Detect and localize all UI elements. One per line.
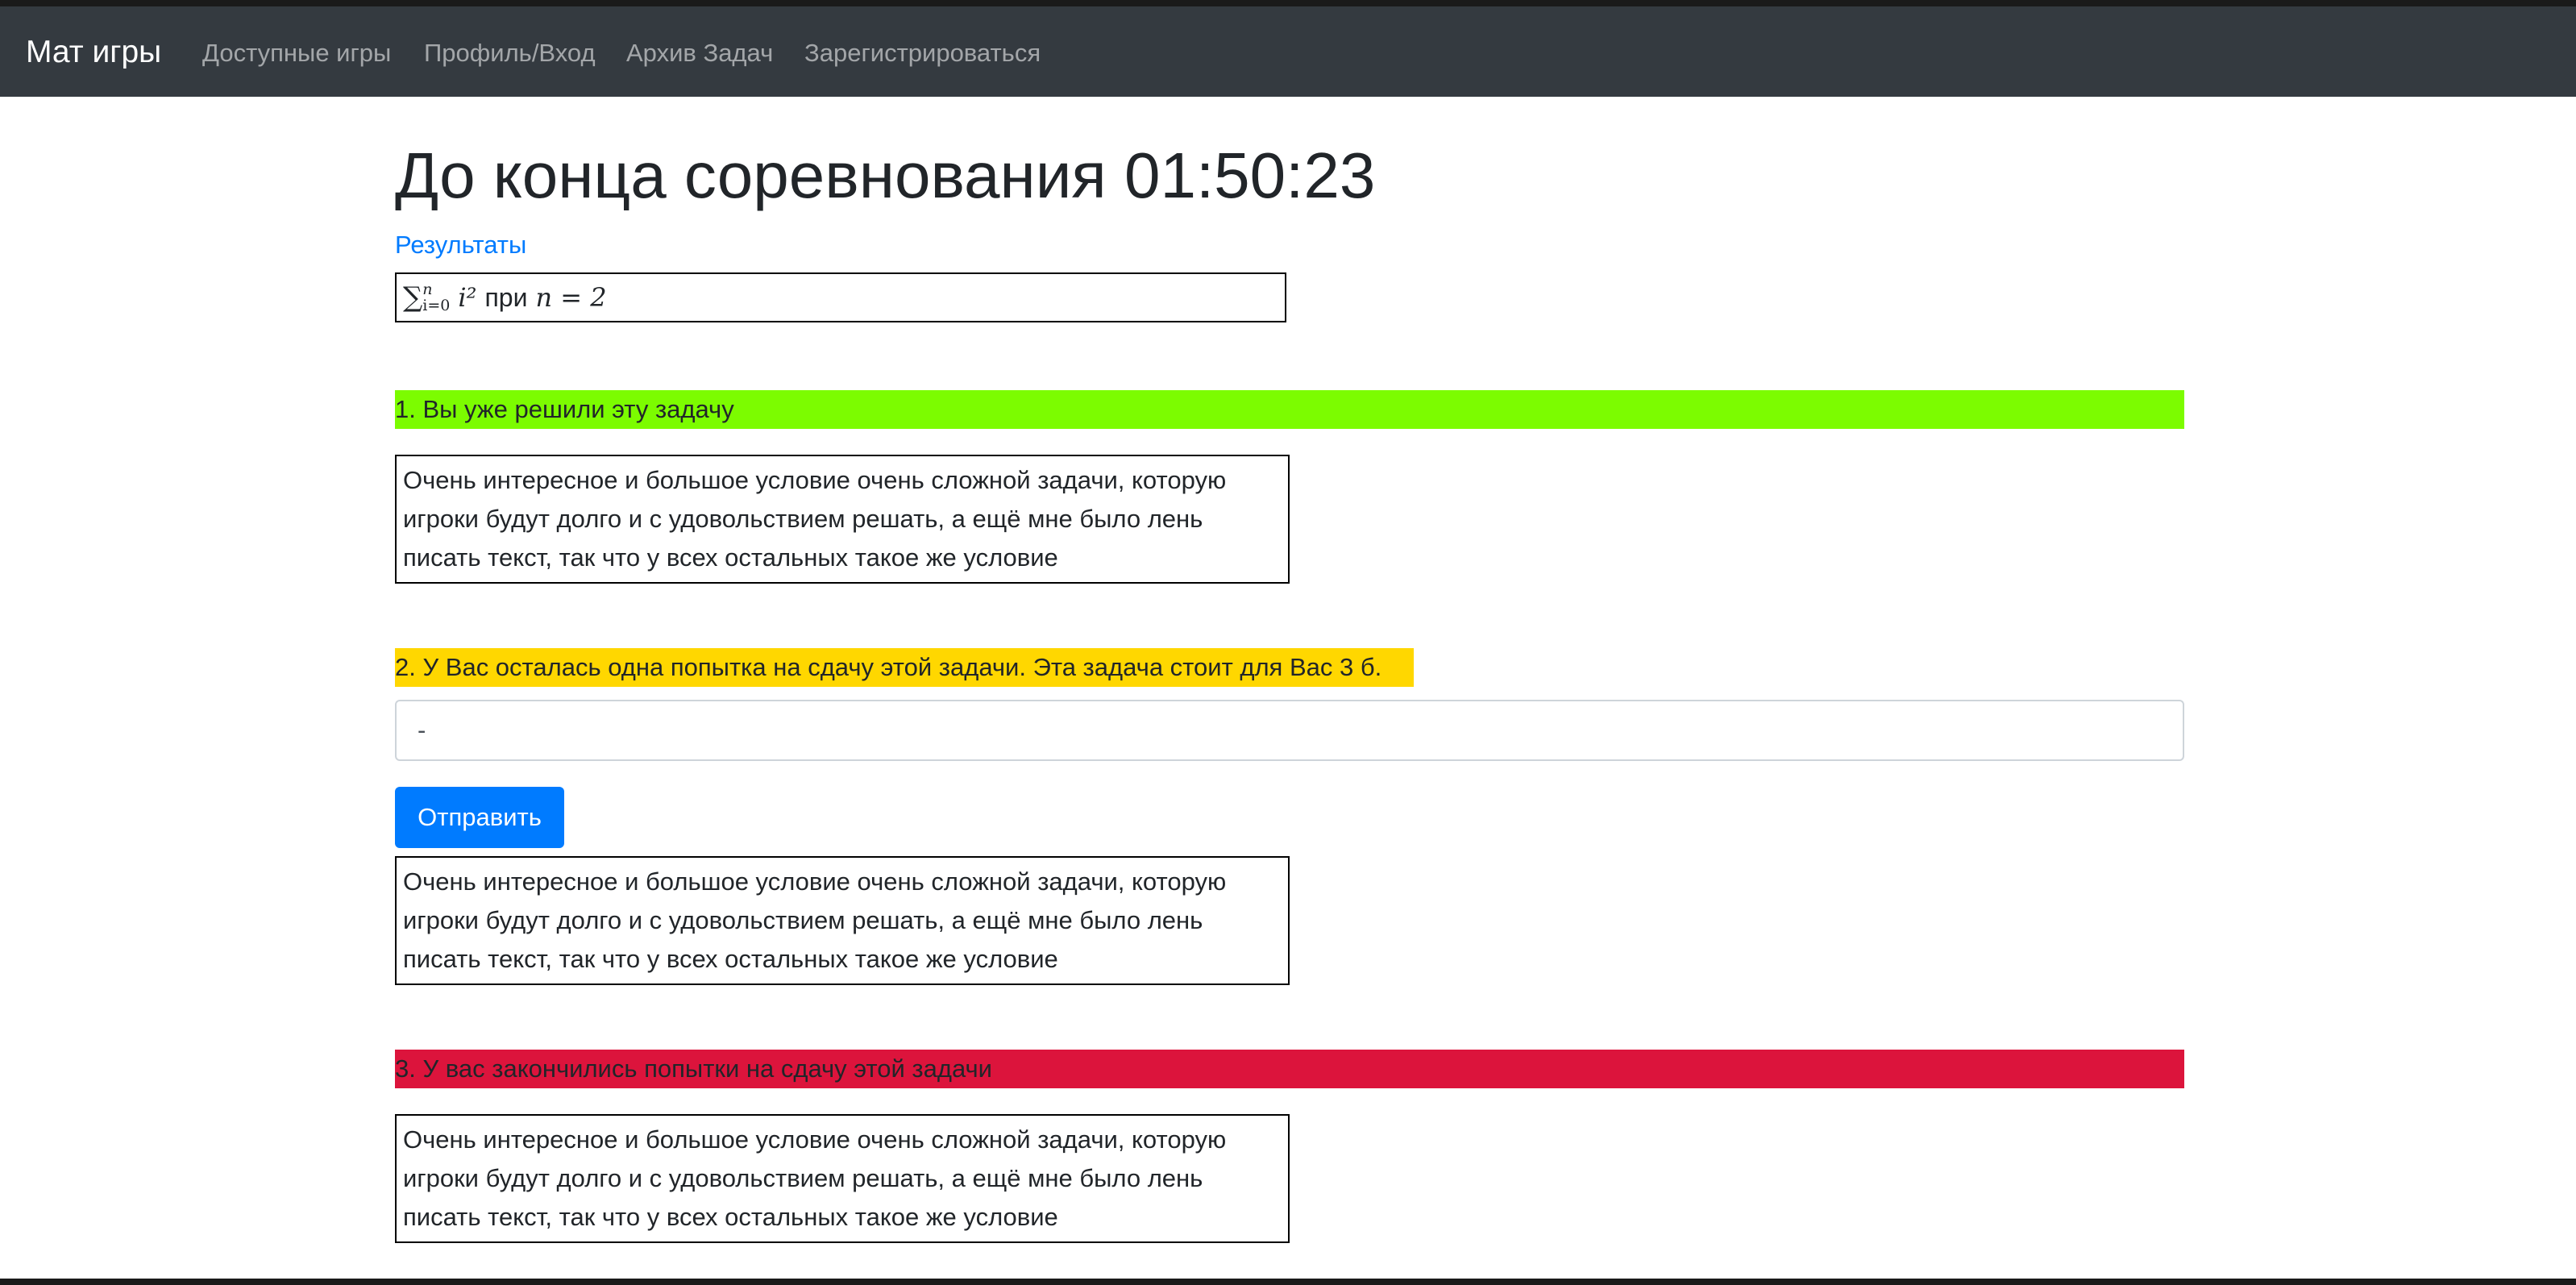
sum-lower-limit: i=0 [422,297,451,314]
countdown-title: До конца соревнования 01:50:23 [395,139,1376,211]
window-bottom-edge [0,1279,2576,1285]
task-2-answer-input[interactable] [395,700,2184,761]
task-2-status: 2. У Вас осталась одна попытка на сдачу … [395,648,1414,687]
nav-link-register[interactable]: Зарегистрироваться [804,37,1041,69]
game-formula-box: ∑ n i=0 i² при n = 2 [395,272,1286,322]
task-3-text: Очень интересное и большое условие очень… [395,1114,1290,1243]
nav-link-available-games[interactable]: Доступные игры [202,37,391,69]
sum-upper-limit: n [422,281,433,298]
sum-limits: n i=0 [422,281,450,314]
task-3-status: 3. У вас закончились попытки на сдачу эт… [395,1050,2184,1088]
task-1-status: 1. Вы уже решили эту задачу [395,390,2184,429]
task-2-submit-button[interactable]: Отправить [395,787,564,848]
sum-term: i² [458,282,477,313]
sum-symbol: ∑ [403,281,423,314]
top-navbar: Мат игры Доступные игры Профиль/Вход Арх… [0,6,2576,97]
nav-link-task-archive[interactable]: Архив Задач [626,37,773,69]
formula-connector: при [484,282,528,312]
task-1-text: Очень интересное и большое условие очень… [395,455,1290,584]
results-link[interactable]: Результаты [395,229,526,261]
nav-link-profile-login[interactable]: Профиль/Вход [424,37,596,69]
navbar-brand[interactable]: Мат игры [26,33,161,72]
window-top-edge [0,0,2576,6]
task-2-text: Очень интересное и большое условие очень… [395,856,1290,985]
formula-condition: n = 2 [535,282,607,313]
